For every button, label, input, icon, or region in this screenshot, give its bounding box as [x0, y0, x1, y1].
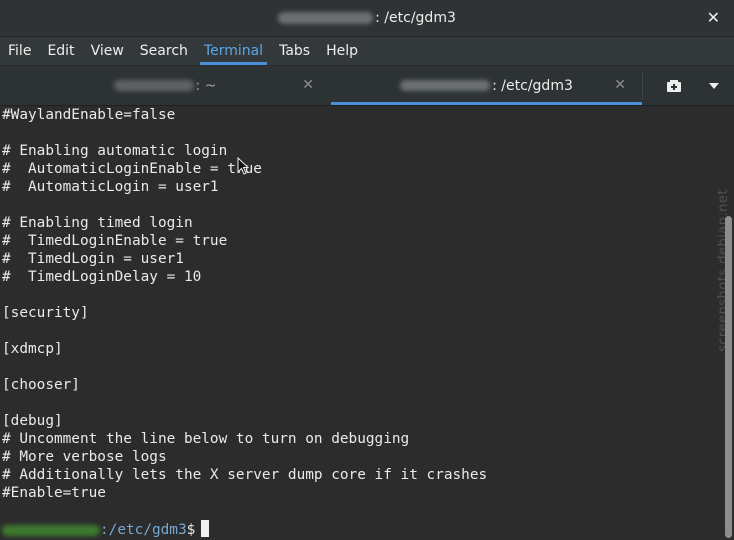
tab-menu-button[interactable] — [703, 76, 725, 96]
terminal-line: # Additionally lets the X server dump co… — [2, 467, 488, 483]
tab-home[interactable]: : ~ ✕ — [0, 66, 330, 105]
terminal-line: # AutomaticLogin = user1 — [2, 179, 219, 195]
menu-edit[interactable]: Edit — [39, 37, 82, 65]
menu-search[interactable]: Search — [132, 37, 196, 65]
new-tab-button[interactable] — [660, 76, 688, 96]
redacted-username — [278, 12, 374, 24]
new-tab-icon — [667, 80, 681, 92]
text-cursor — [201, 520, 210, 537]
terminal-line: [chooser] — [2, 377, 80, 393]
menu-tabs[interactable]: Tabs — [271, 37, 318, 65]
terminal-line: # Uncomment the line below to turn on de… — [2, 431, 410, 447]
tab-label: : ~ — [195, 77, 217, 94]
shell-prompt[interactable]: :/etc/gdm3$ — [0, 520, 210, 538]
terminal-line: # Enabling automatic login — [2, 143, 228, 159]
prompt-symbol: $ — [186, 522, 196, 538]
window-title: : /etc/gdm3 — [375, 10, 456, 26]
terminal-line: [security] — [2, 305, 89, 321]
close-tab-button[interactable]: ✕ — [614, 77, 626, 93]
terminal-line: #WaylandEnable=false — [2, 107, 176, 123]
menu-view[interactable]: View — [83, 37, 132, 65]
chevron-down-icon — [709, 83, 719, 89]
tab-gdm3[interactable]: : /etc/gdm3 ✕ — [331, 66, 642, 105]
title-bar: : /etc/gdm3 ✕ — [0, 0, 734, 37]
terminal-line: [xdmcp] — [2, 341, 63, 357]
redacted-username — [400, 80, 491, 91]
redacted-username — [113, 80, 194, 91]
tab-separator — [642, 72, 643, 99]
terminal-line: # AutomaticLoginEnable = true — [2, 161, 262, 177]
terminal-line: # TimedLogin = user1 — [2, 251, 184, 267]
terminal-line: # Enabling timed login — [2, 215, 193, 231]
terminal-line: # TimedLoginEnable = true — [2, 233, 228, 249]
redacted-username — [2, 524, 100, 536]
mouse-pointer-icon — [237, 156, 250, 179]
terminal-line: # More verbose logs — [2, 449, 167, 465]
terminal-line: # TimedLoginDelay = 10 — [2, 269, 202, 285]
menu-help[interactable]: Help — [318, 37, 366, 65]
terminal-output[interactable]: #WaylandEnable=false # Enabling automati… — [0, 106, 722, 540]
tab-bar: : ~ ✕ : /etc/gdm3 ✕ — [0, 66, 734, 106]
terminal-line: [debug] — [2, 413, 63, 429]
menu-file[interactable]: File — [0, 37, 39, 65]
close-tab-button[interactable]: ✕ — [302, 77, 314, 93]
prompt-path: :/etc/gdm3 — [100, 522, 187, 538]
terminal-line: #Enable=true — [2, 485, 106, 501]
close-window-button[interactable]: ✕ — [707, 8, 720, 27]
tab-label: : /etc/gdm3 — [492, 77, 573, 94]
menu-bar: File Edit View Search Terminal Tabs Help — [0, 37, 734, 65]
watermark-text: screenshots.debian.net — [715, 188, 731, 352]
menu-terminal[interactable]: Terminal — [196, 37, 271, 65]
watermark: screenshots.debian.net — [712, 150, 734, 390]
